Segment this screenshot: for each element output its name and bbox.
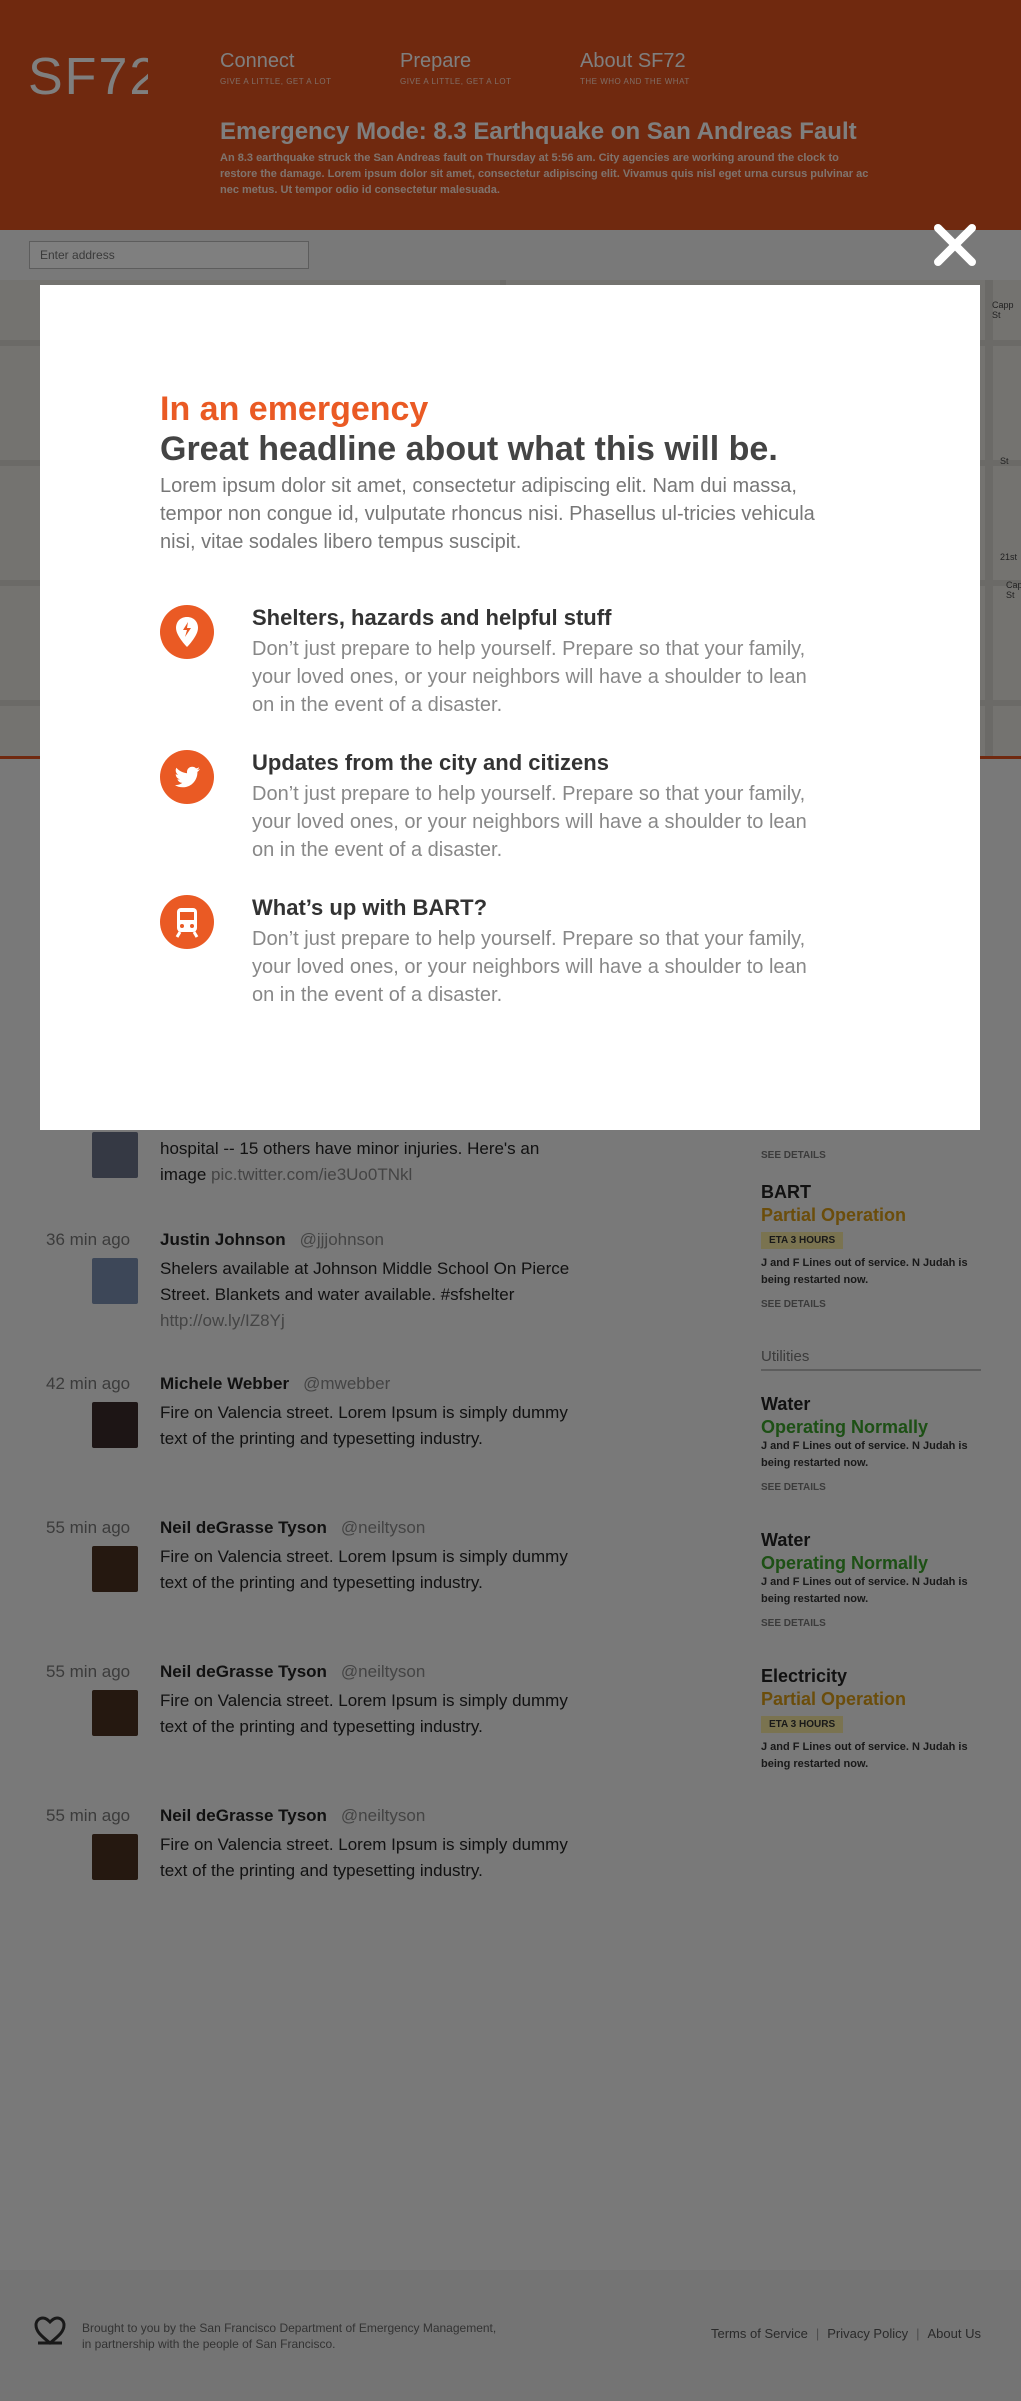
train-icon [160, 895, 214, 949]
close-icon[interactable] [930, 220, 980, 270]
feature-description: Don’t just prepare to help yourself. Pre… [252, 638, 807, 716]
modal-headline: Great headline about what this will be. [160, 430, 778, 468]
feature-title: Updates from the city and citizens [252, 750, 609, 775]
modal-lead: Lorem ipsum dolor sit amet, consectetur … [160, 475, 815, 553]
twitter-bird-icon [160, 750, 214, 804]
feature-description: Don’t just prepare to help yourself. Pre… [252, 783, 807, 861]
modal-kicker: In an emergency [160, 390, 429, 428]
feature-description: Don’t just prepare to help yourself. Pre… [252, 928, 807, 1006]
intro-modal: In an emergency Great headline about wha… [40, 285, 980, 1130]
feature-title: Shelters, hazards and helpful stuff [252, 605, 612, 630]
feature-title: What’s up with BART? [252, 895, 488, 920]
map-pin-icon [160, 605, 214, 659]
